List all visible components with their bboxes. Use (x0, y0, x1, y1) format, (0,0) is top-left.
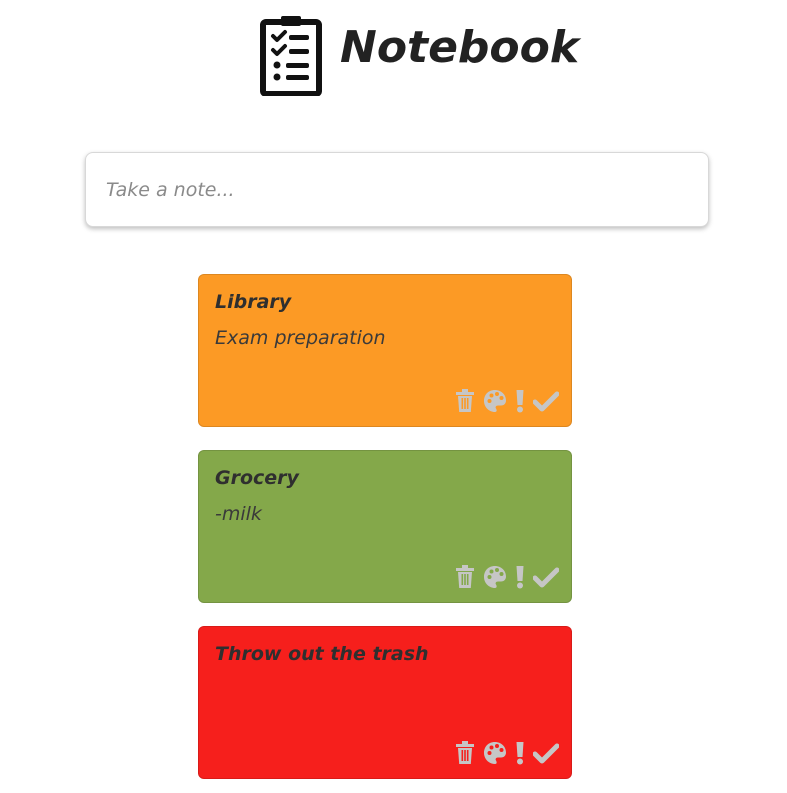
note-card[interactable]: Throw out the trash (198, 626, 572, 779)
check-icon[interactable] (533, 388, 559, 414)
note-card[interactable]: Grocery -milk (198, 450, 572, 603)
check-icon[interactable] (533, 564, 559, 590)
palette-icon[interactable] (483, 740, 507, 766)
trash-icon[interactable] (455, 388, 475, 414)
palette-icon[interactable] (483, 388, 507, 414)
exclamation-icon[interactable] (515, 740, 525, 766)
note-body: -milk (215, 503, 262, 525)
note-title: Library (215, 291, 292, 313)
header: Notebook (0, 0, 787, 110)
exclamation-icon[interactable] (515, 564, 525, 590)
exclamation-icon[interactable] (515, 388, 525, 414)
note-title: Grocery (215, 467, 299, 489)
app-title: Notebook (340, 22, 580, 73)
clipboard-checklist-icon (259, 14, 323, 97)
take-note-input[interactable] (106, 173, 686, 207)
note-actions (455, 388, 559, 414)
note-body: Exam preparation (215, 327, 386, 349)
note-card[interactable]: Library Exam preparation (198, 274, 572, 427)
trash-icon[interactable] (455, 564, 475, 590)
palette-icon[interactable] (483, 564, 507, 590)
note-title: Throw out the trash (215, 643, 429, 665)
note-composer[interactable] (85, 152, 709, 227)
note-actions (455, 740, 559, 766)
check-icon[interactable] (533, 740, 559, 766)
trash-icon[interactable] (455, 740, 475, 766)
note-actions (455, 564, 559, 590)
